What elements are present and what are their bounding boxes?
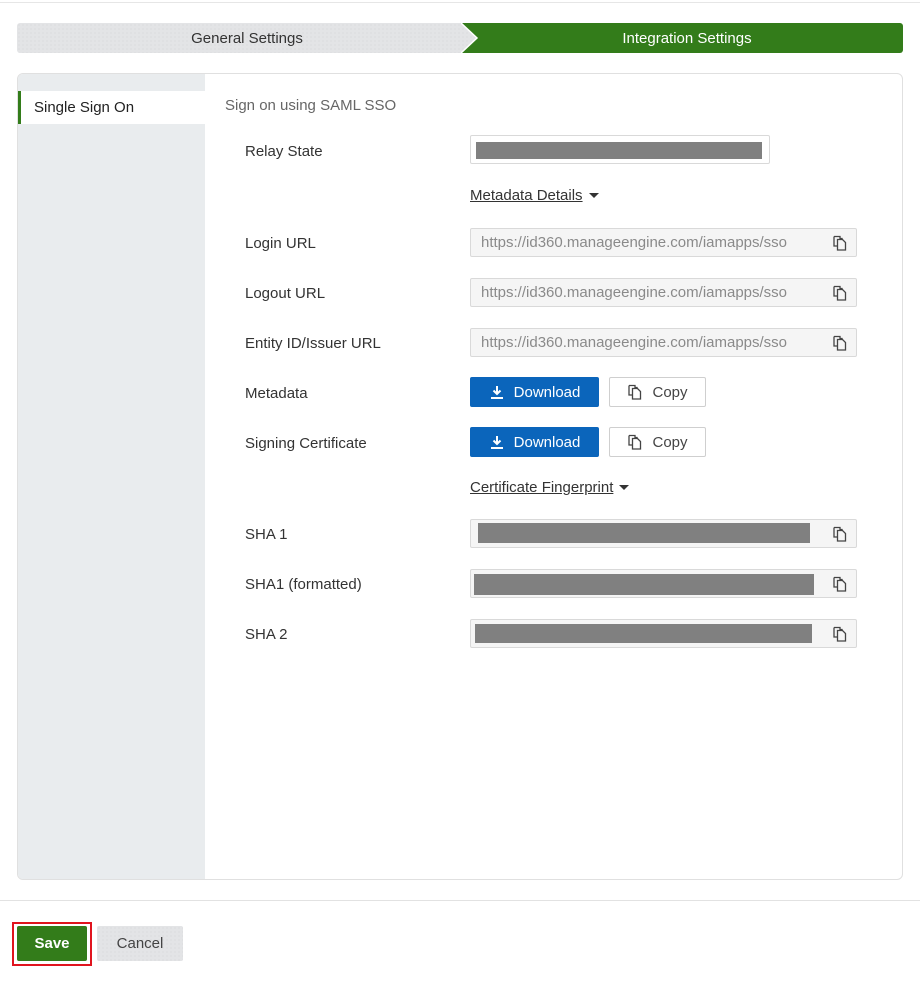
logout-url-field[interactable]: https://id360.manageengine.com/iamapps/s… <box>470 278 857 307</box>
signing-certificate-copy-button[interactable]: Copy <box>609 427 706 457</box>
logout-url-value: https://id360.manageengine.com/iamapps/s… <box>481 284 788 301</box>
copy-icon[interactable] <box>830 524 850 544</box>
sso-content: Sign on using SAML SSO Relay State Metad… <box>205 74 902 879</box>
sha1-redacted-value <box>478 523 810 543</box>
metadata-details-label: Metadata Details <box>470 187 583 204</box>
step-general-settings[interactable]: General Settings <box>17 23 477 53</box>
relay-state-redacted-value <box>476 142 762 159</box>
certificate-fingerprint-toggle[interactable]: Certificate Fingerprint <box>470 479 630 496</box>
footer-divider <box>0 900 920 901</box>
save-button[interactable]: Save <box>17 926 87 961</box>
sha1-field[interactable] <box>470 519 857 548</box>
signing-certificate-copy-label: Copy <box>652 433 688 451</box>
sidebar-item-single-sign-on[interactable]: Single Sign On <box>18 91 205 124</box>
download-icon <box>490 436 503 449</box>
relay-state-input[interactable] <box>470 135 770 164</box>
signing-certificate-label: Signing Certificate <box>245 435 367 452</box>
copy-icon[interactable] <box>830 624 850 644</box>
metadata-copy-label: Copy <box>652 383 688 401</box>
copy-icon <box>628 434 642 450</box>
sha2-label: SHA 2 <box>245 626 288 643</box>
metadata-details-toggle[interactable]: Metadata Details <box>470 187 599 204</box>
logout-url-label: Logout URL <box>245 285 326 302</box>
relay-state-label: Relay State <box>245 143 323 160</box>
signing-certificate-download-button[interactable]: Download <box>470 427 599 457</box>
copy-icon <box>628 384 642 400</box>
copy-icon[interactable] <box>830 283 850 303</box>
login-url-label: Login URL <box>245 235 316 252</box>
settings-card: Single Sign On Sign on using SAML SSO Re… <box>17 73 903 880</box>
sha1-formatted-redacted-value <box>474 574 814 595</box>
entity-id-field[interactable]: https://id360.manageengine.com/iamapps/s… <box>470 328 857 357</box>
copy-icon[interactable] <box>830 333 850 353</box>
step-arrow-separator <box>461 23 479 53</box>
entity-id-label: Entity ID/Issuer URL <box>245 335 381 352</box>
caret-down-icon <box>588 193 599 198</box>
download-icon <box>490 386 503 399</box>
step-integration-label: Integration Settings <box>622 29 752 47</box>
settings-steps: General Settings Integration Settings <box>17 23 903 53</box>
metadata-download-label: Download <box>513 383 581 401</box>
sha1-formatted-label: SHA1 (formatted) <box>245 576 362 593</box>
step-general-label: General Settings <box>191 29 303 47</box>
top-divider <box>0 2 920 3</box>
certificate-fingerprint-label: Certificate Fingerprint <box>470 479 614 496</box>
entity-id-value: https://id360.manageengine.com/iamapps/s… <box>481 334 788 351</box>
login-url-field[interactable]: https://id360.manageengine.com/iamapps/s… <box>470 228 857 257</box>
section-title: Sign on using SAML SSO <box>225 97 397 114</box>
cancel-button[interactable]: Cancel <box>97 926 183 961</box>
step-integration-settings[interactable]: Integration Settings <box>461 23 903 53</box>
signing-certificate-download-label: Download <box>513 433 581 451</box>
copy-icon[interactable] <box>830 233 850 253</box>
metadata-label: Metadata <box>245 385 308 402</box>
sidebar: Single Sign On <box>18 74 205 879</box>
login-url-value: https://id360.manageengine.com/iamapps/s… <box>481 234 788 251</box>
copy-icon[interactable] <box>830 574 850 594</box>
metadata-copy-button[interactable]: Copy <box>609 377 706 407</box>
sha1-label: SHA 1 <box>245 526 288 543</box>
caret-down-icon <box>619 485 630 490</box>
sha2-field[interactable] <box>470 619 857 648</box>
sidebar-item-label: Single Sign On <box>34 99 135 116</box>
sha1-formatted-field[interactable] <box>470 569 857 598</box>
metadata-download-button[interactable]: Download <box>470 377 599 407</box>
sha2-redacted-value <box>475 624 812 643</box>
